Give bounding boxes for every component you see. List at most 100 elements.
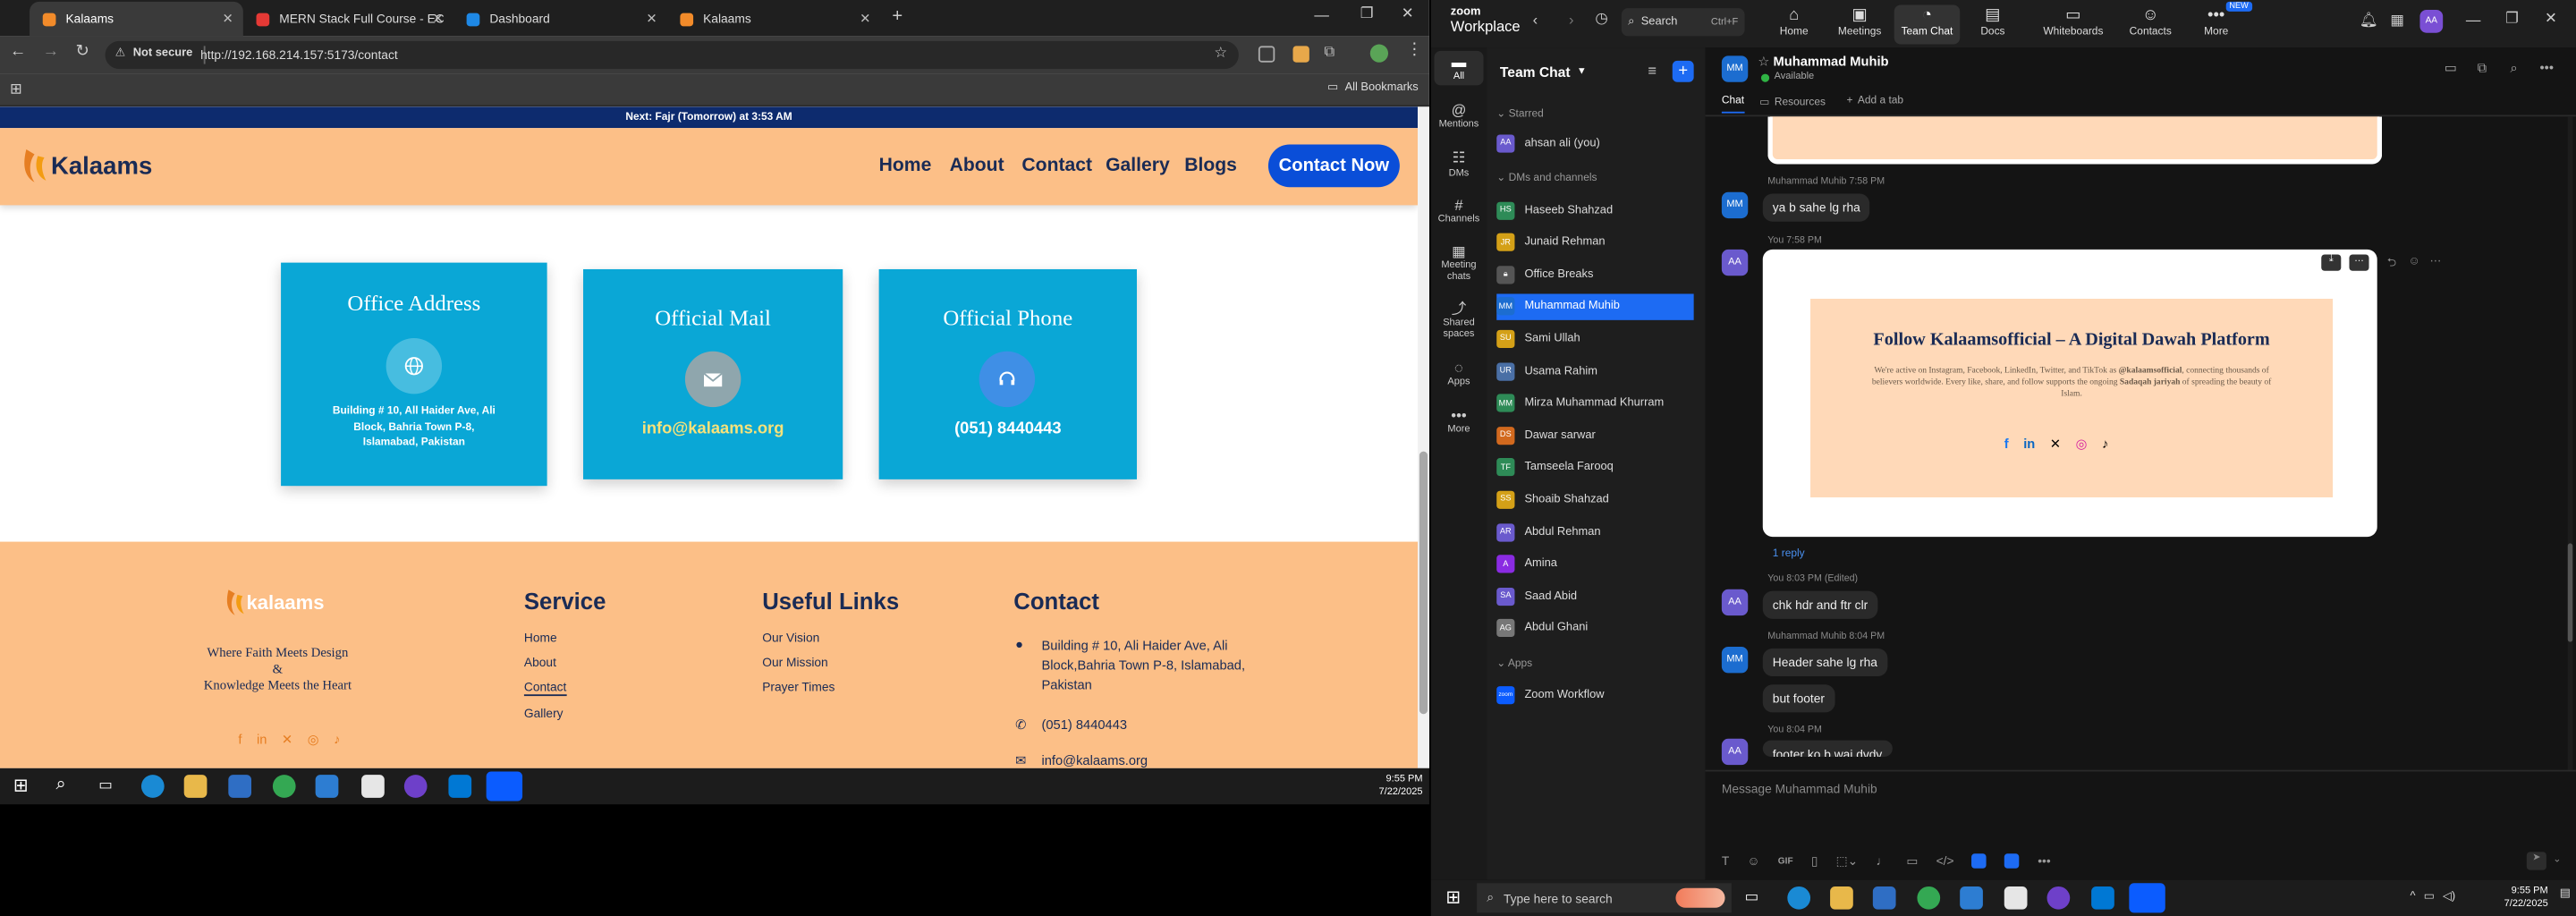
back-icon[interactable]: ‹ — [1533, 12, 1538, 28]
close-icon[interactable]: ✕ — [433, 12, 444, 27]
extension-icon[interactable] — [1292, 46, 1309, 63]
card-value[interactable]: (051) 8440443 — [879, 420, 1137, 438]
chat-header-name[interactable]: ☆ Muhammad Muhib — [1758, 55, 1888, 70]
chat-list-item[interactable]: SU Sami Ullah — [1496, 326, 1693, 352]
chat-list-item[interactable]: AR Abdul Rehman — [1496, 519, 1693, 545]
vscode-icon[interactable] — [2091, 886, 2114, 910]
footer-link-contact[interactable]: Contact — [523, 680, 567, 697]
search-icon[interactable]: ⌕ — [55, 775, 65, 796]
chrome-icon[interactable] — [1917, 886, 1941, 910]
message-bubble[interactable]: ya b sahe lg rha — [1762, 193, 1870, 222]
rail-shared-spaces[interactable]: ⤴ Shared spaces — [1431, 301, 1487, 342]
browser-tab-1[interactable]: Kalaams ✕ — [30, 1, 243, 37]
windows-start-icon[interactable]: ⊞ — [1445, 886, 1461, 908]
extension-icon[interactable] — [1258, 46, 1275, 63]
close-icon[interactable]: ✕ — [222, 12, 233, 27]
rail-dms[interactable]: ☷ DMs — [1431, 149, 1487, 179]
zoom-search[interactable]: ⌕ Search Ctrl+F — [1621, 8, 1745, 37]
app-icon[interactable] — [361, 775, 385, 798]
notifications-icon[interactable]: 🔔︎ — [2360, 12, 2378, 30]
more-icon[interactable]: ••• — [2540, 61, 2554, 76]
x-icon[interactable]: ✕ — [282, 732, 292, 747]
instagram-icon[interactable]: ◎ — [308, 732, 319, 747]
github-desktop-icon[interactable] — [403, 775, 428, 798]
nav-gallery[interactable]: Gallery — [1106, 156, 1170, 175]
profile-avatar[interactable] — [1369, 44, 1389, 63]
screen-share-icon[interactable]: ⧉ — [2478, 61, 2487, 77]
chat-list-item[interactable]: MM Mirza Muhammad Khurram — [1496, 390, 1693, 416]
maximize-icon[interactable]: ❐ — [1360, 5, 1374, 23]
chat-list-item[interactable]: UR Usama Rahim — [1496, 358, 1693, 384]
chrome-icon[interactable] — [272, 775, 296, 798]
tab-docs[interactable]: ▤ Docs — [1960, 5, 2025, 45]
chevron-down-icon[interactable]: ⌄ — [2553, 853, 2561, 865]
chat-list-item[interactable]: TF Tamseela Farooq — [1496, 454, 1693, 480]
chat-list-item[interactable]: 🔒︎ Office Breaks — [1496, 261, 1693, 287]
star-icon[interactable]: ☆ — [1758, 55, 1773, 70]
chat-list-item[interactable]: JR Junaid Rehman — [1496, 229, 1693, 255]
video-message-icon[interactable]: ▭ — [1906, 853, 1918, 869]
chat-list-item[interactable]: AA ahsan ali (you) — [1496, 130, 1693, 156]
address-bar[interactable]: ⚠ Not secure http://192.168.214.157:5173… — [105, 40, 1239, 70]
chat-list-item[interactable]: SA Saad Abid — [1496, 583, 1693, 609]
filter-icon[interactable]: ≡ — [1648, 63, 1657, 79]
more-icon[interactable]: ••• — [2038, 853, 2050, 869]
tab-resources[interactable]: ▭ Resources — [1759, 95, 1826, 108]
file-explorer-icon[interactable] — [1830, 886, 1853, 910]
message-bubble[interactable]: chk hdr and ftr clr — [1762, 590, 1878, 619]
screenshot-icon[interactable]: ⬚⌄ — [1836, 853, 1859, 869]
tab-contacts[interactable]: ☺ Contacts — [2118, 5, 2183, 45]
task-view-icon[interactable]: ▭ — [1745, 888, 1759, 906]
file-explorer-icon[interactable] — [183, 775, 208, 798]
github-desktop-icon[interactable] — [2046, 886, 2071, 910]
add-tab[interactable]: + Add a tab — [1846, 95, 1903, 106]
rail-more[interactable]: ••• More — [1431, 407, 1487, 435]
app-blue-icon[interactable] — [2004, 853, 2021, 869]
card-value[interactable]: info@kalaams.org — [583, 420, 843, 438]
section-apps[interactable]: ⌄ Apps — [1496, 657, 1532, 670]
forward-icon[interactable]: › — [1569, 12, 1574, 28]
chat-list-item[interactable]: SS Shoaib Shahzad — [1496, 487, 1693, 513]
image-attachment[interactable] — [1767, 116, 2383, 165]
rail-mentions[interactable]: @ Mentions — [1431, 102, 1487, 130]
store-icon[interactable] — [228, 775, 252, 798]
message-input[interactable]: Message Muhammad Muhib — [1722, 782, 2543, 797]
scrollbar-thumb[interactable] — [1419, 451, 1428, 715]
section-dms-channels[interactable]: ⌄ DMs and channels — [1496, 171, 1597, 184]
browser-tab-2[interactable]: MERN Stack Full Course - ECom ✕ — [243, 2, 453, 37]
footer-link-vision[interactable]: Our Vision — [762, 631, 819, 646]
message-bubble[interactable]: footer ko b wai dvdv — [1762, 740, 1893, 757]
vscode-icon[interactable] — [448, 775, 472, 798]
chat-list-item[interactable]: MM Muhammad Muhib — [1496, 293, 1694, 320]
maximize-icon[interactable]: ❐ — [2505, 10, 2519, 28]
more-icon[interactable]: ⋯ — [2429, 254, 2441, 267]
nav-blogs[interactable]: Blogs — [1184, 156, 1237, 175]
rail-all[interactable]: ▬ All — [1434, 50, 1484, 86]
browser-tab-4[interactable]: Kalaams ✕ — [667, 2, 881, 37]
store-icon[interactable] — [1872, 886, 1896, 910]
app-blue-icon[interactable] — [1971, 853, 1987, 869]
close-icon[interactable]: ✕ — [646, 12, 657, 27]
code-icon[interactable]: </> — [1936, 853, 1954, 869]
image-attachment[interactable]: Follow Kalaamsofficial – A Digital Dawah… — [1762, 249, 2377, 538]
star-icon[interactable]: ☆ — [1214, 45, 1227, 63]
scrollbar-thumb[interactable] — [2567, 543, 2573, 642]
user-avatar[interactable]: AA — [2419, 10, 2444, 33]
network-icon[interactable]: ▭ — [2424, 890, 2435, 903]
app-icon[interactable] — [315, 775, 339, 798]
format-text-icon[interactable]: T — [1722, 853, 1729, 869]
close-window-icon[interactable]: ✕ — [1402, 5, 1414, 23]
new-tab-icon[interactable]: + — [892, 6, 902, 26]
puzzle-icon[interactable]: ⧉ — [1324, 43, 1335, 61]
footer-link-mission[interactable]: Our Mission — [762, 655, 827, 670]
linkedin-icon[interactable]: in — [257, 732, 267, 747]
send-icon[interactable]: ➤ — [2526, 852, 2546, 870]
edge-icon[interactable] — [140, 775, 165, 798]
footer-link-gallery[interactable]: Gallery — [524, 706, 564, 721]
video-call-icon[interactable]: ▭ — [2445, 61, 2457, 76]
tab-meetings[interactable]: ▣ Meetings — [1826, 5, 1892, 45]
tab-chat[interactable]: Chat — [1721, 95, 1745, 114]
apps-grid-icon[interactable]: ⊞ — [10, 81, 22, 98]
forward-icon[interactable]: → — [43, 43, 59, 61]
all-bookmarks[interactable]: ▭ All Bookmarks — [1327, 81, 1419, 94]
